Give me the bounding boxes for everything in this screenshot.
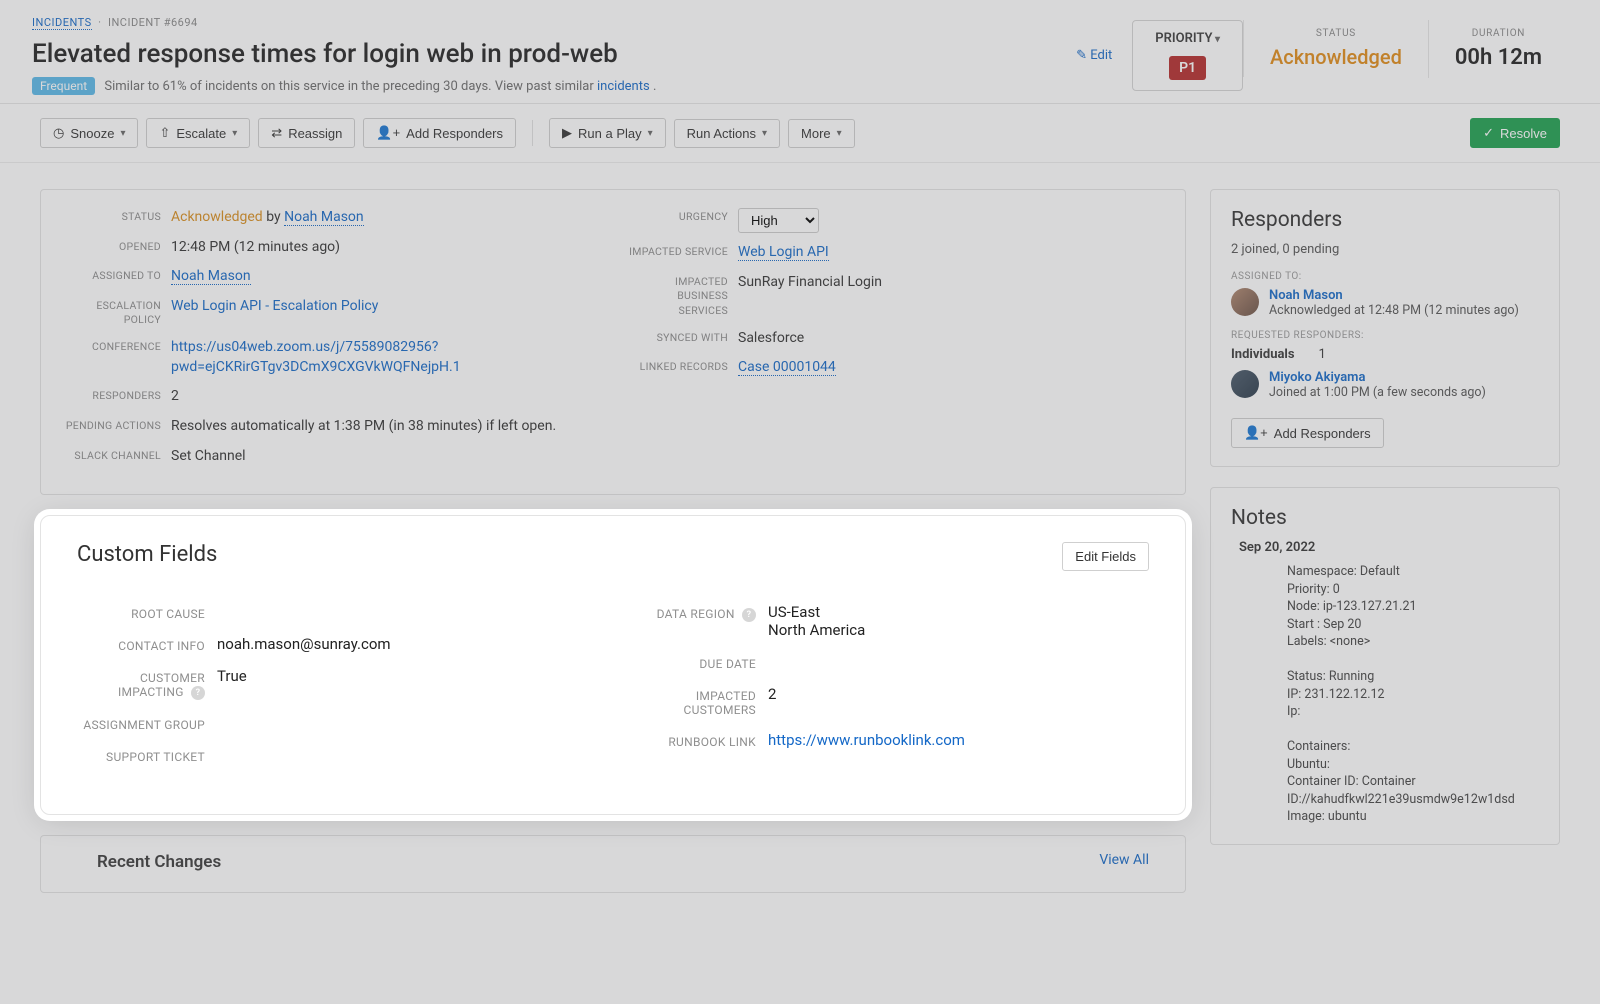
status-box: STATUS Acknowledged bbox=[1243, 20, 1428, 77]
incident-header: INCIDENTS · INCIDENT #6694 Elevated resp… bbox=[0, 0, 1600, 104]
reassign-button[interactable]: ⇄Reassign bbox=[258, 118, 355, 148]
escalation-policy-link[interactable]: Web Login API - Escalation Policy bbox=[171, 298, 378, 314]
priority-dropdown[interactable]: PRIORITY bbox=[1155, 31, 1220, 46]
edit-button[interactable]: ✎ Edit bbox=[1076, 48, 1112, 63]
swap-icon: ⇄ bbox=[271, 125, 282, 141]
avatar bbox=[1231, 288, 1259, 316]
impacted-business-value: SunRay Financial Login bbox=[738, 273, 1165, 319]
assignment-group-value bbox=[217, 714, 598, 732]
impacted-service-link[interactable]: Web Login API bbox=[738, 244, 829, 261]
responder-meta: Acknowledged at 12:48 PM (12 minutes ago… bbox=[1269, 303, 1519, 318]
responder-name-link[interactable]: Miyoko Akiyama bbox=[1269, 370, 1365, 385]
duration-value: 00h 12m bbox=[1455, 45, 1542, 70]
escalate-button[interactable]: ⇧Escalate bbox=[146, 118, 250, 148]
duration-box: DURATION 00h 12m bbox=[1428, 20, 1568, 78]
synced-with-value: Salesforce bbox=[738, 329, 1165, 349]
data-region-value: US-East North America bbox=[768, 603, 1149, 639]
more-button[interactable]: More bbox=[788, 119, 855, 148]
check-icon: ✓ bbox=[1483, 125, 1494, 141]
support-ticket-value bbox=[217, 746, 598, 764]
recent-changes-title: Recent Changes bbox=[41, 836, 1185, 872]
responders-count: 2 bbox=[171, 387, 598, 407]
add-user-icon: 👤+ bbox=[376, 125, 400, 141]
pending-actions-value: Resolves automatically at 1:38 PM (in 38… bbox=[171, 417, 598, 437]
custom-fields-panel: Custom Fields Edit Fields ROOT CAUSE CON… bbox=[40, 515, 1186, 815]
responder-name-link[interactable]: Noah Mason bbox=[1269, 288, 1343, 303]
clock-icon: ◷ bbox=[53, 125, 64, 141]
breadcrumb: INCIDENTS · INCIDENT #6694 bbox=[32, 16, 1076, 29]
priority-badge: P1 bbox=[1169, 56, 1206, 80]
ack-user-link[interactable]: Noah Mason bbox=[284, 209, 364, 226]
page-title: Elevated response times for login web in… bbox=[32, 39, 1076, 69]
priority-box[interactable]: PRIORITY P1 bbox=[1132, 20, 1243, 91]
play-icon: ▶ bbox=[562, 125, 572, 141]
notes-panel: Notes Sep 20, 2022 Namespace: DefaultPri… bbox=[1210, 487, 1560, 845]
help-icon[interactable]: ? bbox=[742, 608, 756, 622]
notes-title: Notes bbox=[1231, 506, 1539, 530]
urgency-select[interactable]: High bbox=[738, 208, 819, 233]
resolve-button[interactable]: ✓Resolve bbox=[1470, 118, 1560, 148]
notes-date: Sep 20, 2022 bbox=[1239, 540, 1539, 555]
responders-panel: Responders 2 joined, 0 pending ASSIGNED … bbox=[1210, 189, 1560, 467]
avatar bbox=[1231, 370, 1259, 398]
help-icon[interactable]: ? bbox=[191, 686, 205, 700]
runbook-link[interactable]: https://www.runbooklink.com bbox=[768, 731, 965, 749]
assigned-user-link[interactable]: Noah Mason bbox=[171, 268, 251, 285]
impacted-customers-value: 2 bbox=[768, 685, 1149, 717]
frequent-badge: Frequent bbox=[32, 77, 95, 95]
run-play-button[interactable]: ▶Run a Play bbox=[549, 118, 666, 148]
pencil-icon: ✎ bbox=[1076, 48, 1087, 63]
add-user-icon: 👤+ bbox=[1244, 425, 1268, 441]
up-icon: ⇧ bbox=[159, 125, 170, 141]
add-responders-side-button[interactable]: 👤+ Add Responders bbox=[1231, 418, 1384, 448]
similar-text: Similar to 61% of incidents on this serv… bbox=[104, 79, 597, 94]
snooze-button[interactable]: ◷Snooze bbox=[40, 118, 138, 148]
note-body: Namespace: DefaultPriority: 0Node: ip-12… bbox=[1231, 563, 1539, 826]
contact-info-value: noah.mason@sunray.com bbox=[217, 635, 598, 653]
action-bar: ◷Snooze ⇧Escalate ⇄Reassign 👤+Add Respon… bbox=[0, 104, 1600, 163]
due-date-value bbox=[768, 653, 1149, 671]
detail-status: Acknowledged bbox=[171, 209, 263, 225]
view-all-link[interactable]: View All bbox=[1099, 852, 1185, 868]
opened-value: 12:48 PM (12 minutes ago) bbox=[171, 238, 598, 258]
breadcrumb-root[interactable]: INCIDENTS bbox=[32, 16, 92, 30]
slack-channel-value[interactable]: Set Channel bbox=[171, 447, 598, 467]
linked-record-link[interactable]: Case 00001044 bbox=[738, 359, 836, 376]
status-value: Acknowledged bbox=[1270, 45, 1402, 69]
past-incidents-link[interactable]: incidents bbox=[597, 79, 650, 94]
customer-impacting-value: True bbox=[217, 667, 598, 700]
recent-changes-panel: View All Recent Changes bbox=[40, 835, 1186, 893]
edit-fields-button[interactable]: Edit Fields bbox=[1062, 542, 1149, 571]
details-panel: STATUS Acknowledged by Noah Mason OPENED… bbox=[40, 189, 1186, 495]
root-cause-value bbox=[217, 603, 598, 621]
run-actions-button[interactable]: Run Actions bbox=[674, 119, 780, 148]
custom-fields-title: Custom Fields bbox=[77, 542, 217, 567]
responders-title: Responders bbox=[1231, 208, 1539, 232]
add-responders-button[interactable]: 👤+Add Responders bbox=[363, 118, 516, 148]
responder-meta: Joined at 1:00 PM (a few seconds ago) bbox=[1269, 385, 1486, 400]
responders-summary: 2 joined, 0 pending bbox=[1231, 242, 1539, 257]
breadcrumb-current: INCIDENT #6694 bbox=[108, 16, 198, 29]
conference-link[interactable]: https://us04web.zoom.us/j/75589082956?pw… bbox=[171, 339, 461, 375]
